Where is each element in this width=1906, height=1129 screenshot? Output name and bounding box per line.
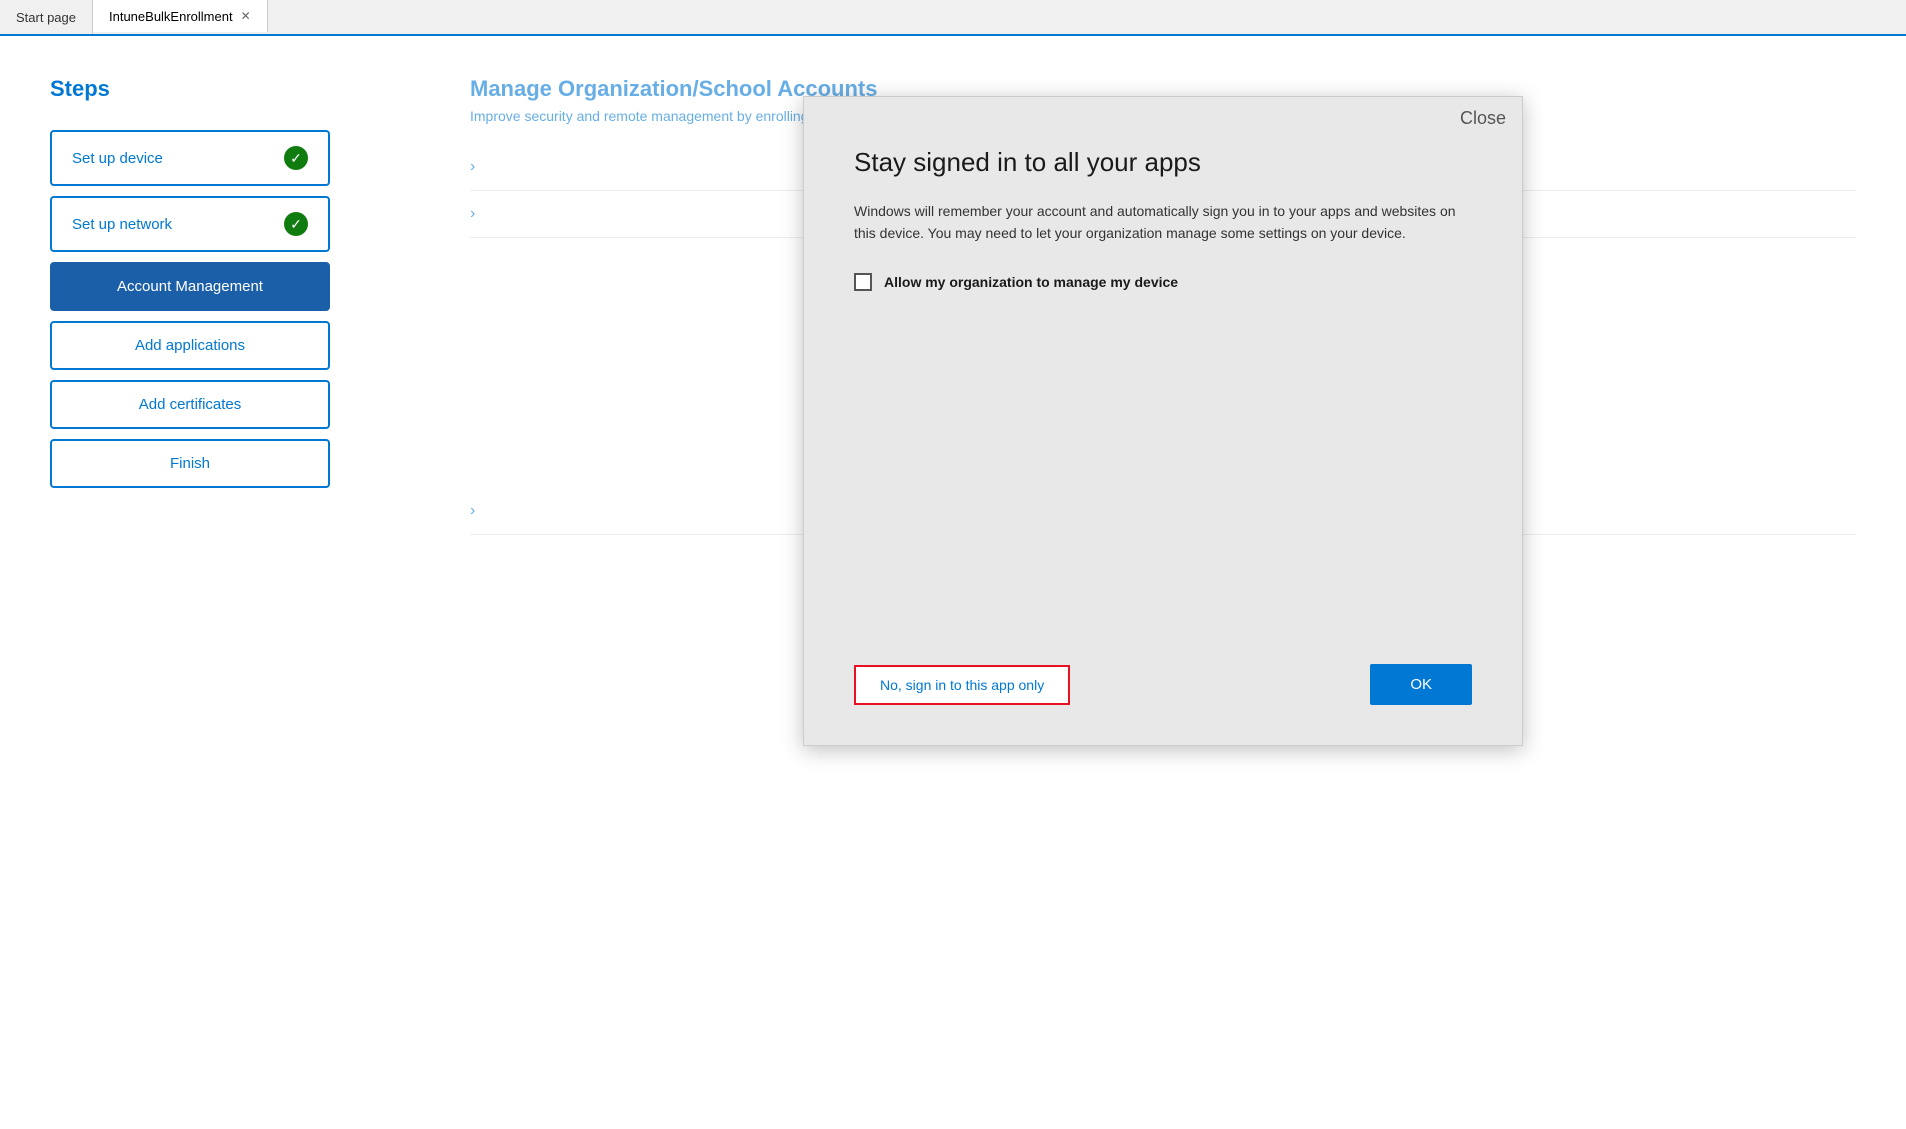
no-sign-in-app-only-button[interactable]: No, sign in to this app only — [854, 665, 1070, 705]
content-area: Manage Organization/School Accounts Impr… — [420, 36, 1906, 1129]
tab-start-page-label: Start page — [16, 10, 76, 25]
step-add-applications[interactable]: Add applications — [50, 321, 330, 370]
step-add-applications-label: Add applications — [72, 337, 308, 354]
step-set-up-network[interactable]: Set up network ✓ — [50, 196, 330, 252]
sidebar: Steps Set up device ✓ Set up network ✓ A… — [0, 36, 420, 1129]
step-set-up-network-check-icon: ✓ — [284, 212, 308, 236]
main-area: Steps Set up device ✓ Set up network ✓ A… — [0, 36, 1906, 1129]
tab-start-page[interactable]: Start page — [0, 0, 93, 34]
modal-close-button[interactable]: Close — [1460, 109, 1506, 127]
modal-overlay: Close Stay signed in to all your apps Wi… — [420, 36, 1906, 1129]
secondary-button-label: No, sign in to this app only — [880, 677, 1044, 693]
tab-intune-bulk[interactable]: IntuneBulkEnrollment ✕ — [93, 0, 268, 32]
step-account-management[interactable]: Account Management — [50, 262, 330, 311]
step-set-up-device-label: Set up device — [72, 150, 284, 167]
sidebar-title: Steps — [50, 76, 370, 102]
checkbox-label: Allow my organization to manage my devic… — [884, 274, 1178, 290]
step-finish-label: Finish — [72, 455, 308, 472]
checkbox-row: Allow my organization to manage my devic… — [854, 273, 1472, 291]
modal-dialog: Close Stay signed in to all your apps Wi… — [803, 96, 1523, 746]
manage-device-checkbox[interactable] — [854, 273, 872, 291]
tab-close-icon[interactable]: ✕ — [241, 9, 251, 23]
tab-intune-label: IntuneBulkEnrollment — [109, 9, 233, 24]
modal-heading: Stay signed in to all your apps — [854, 147, 1472, 178]
modal-body-text: Windows will remember your account and a… — [854, 200, 1472, 245]
step-set-up-network-label: Set up network — [72, 216, 284, 233]
step-finish[interactable]: Finish — [50, 439, 330, 488]
step-set-up-device[interactable]: Set up device ✓ — [50, 130, 330, 186]
ok-button-label: OK — [1410, 676, 1432, 693]
step-set-up-device-check-icon: ✓ — [284, 146, 308, 170]
title-bar: Start page IntuneBulkEnrollment ✕ — [0, 0, 1906, 36]
step-add-certificates[interactable]: Add certificates — [50, 380, 330, 429]
ok-button[interactable]: OK — [1370, 664, 1472, 705]
modal-footer: No, sign in to this app only OK — [854, 644, 1472, 705]
step-add-certificates-label: Add certificates — [72, 396, 308, 413]
step-account-management-label: Account Management — [72, 278, 308, 295]
